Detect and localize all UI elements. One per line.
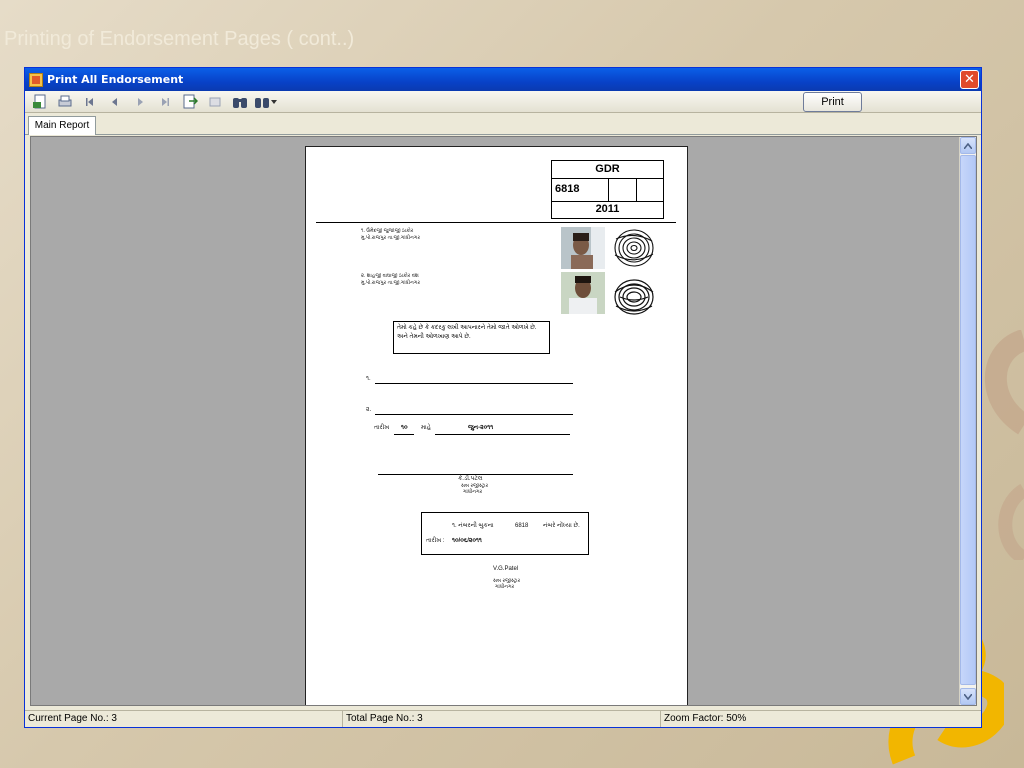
scroll-up-button[interactable]	[960, 137, 976, 154]
print-button[interactable]: Print	[803, 92, 862, 112]
report-toolbar: Print	[25, 91, 981, 113]
stop-icon[interactable]	[204, 93, 226, 111]
header-divider	[316, 222, 676, 223]
status-bar: Current Page No.: 3 Total Page No.: 3 Zo…	[25, 710, 981, 727]
party1-thumbprint	[614, 229, 654, 267]
party1-address: મુ.પો.રાજપુર તા.જી.ગાંધીનગર	[361, 235, 421, 241]
signatory-name: V.G.Patel	[493, 566, 519, 572]
last-page-icon[interactable]	[154, 93, 176, 111]
date-day: ૧૦	[401, 425, 408, 431]
witness1-number: ૧.	[366, 376, 371, 382]
previous-page-icon[interactable]	[104, 93, 126, 111]
slide-title: Printing of Endorsement Pages ( cont..)	[4, 28, 355, 50]
export-icon[interactable]	[29, 93, 51, 111]
reg-text-post: નંબરે નોંધ્યા છે.	[543, 523, 580, 529]
note-line-1: તેમો કહે છે કે કદરકુ લખી આપનારને તેમો જા…	[397, 325, 537, 331]
first-page-icon[interactable]	[79, 93, 101, 111]
total-pages-status: Total Page No.: 3	[343, 711, 661, 727]
next-page-icon[interactable]	[129, 93, 151, 111]
zoom-icon[interactable]	[254, 93, 270, 111]
date-month: જુન-૨૦૧૧	[468, 425, 494, 431]
gdr-box: GDR 6818 2011	[551, 160, 664, 219]
search-icon[interactable]	[229, 93, 251, 111]
go-to-page-icon[interactable]	[179, 93, 201, 111]
app-icon	[29, 72, 43, 87]
window-title: Print All Endorsement	[47, 73, 184, 86]
current-page-status: Current Page No.: 3	[25, 711, 343, 727]
signatory-city: ગાંધીનગર	[495, 584, 515, 590]
party1-photo	[561, 227, 605, 269]
date-label: તારીખ	[374, 425, 390, 431]
tab-main-report[interactable]: Main Report	[28, 116, 96, 135]
party2-photo	[561, 272, 605, 314]
chevron-down-icon	[963, 693, 973, 701]
report-viewer[interactable]: GDR 6818 2011 ૧. ઉમેદજી જુજાજી ઠાકોર મુ.…	[30, 136, 977, 706]
party2-address: મુ.પો.રાજપુર તા.જી.ગાંધીનગર	[361, 280, 421, 286]
identification-note: તેમો કહે છે કે કદરકુ લખી આપનારને તેમો જા…	[393, 321, 550, 354]
print-icon[interactable]	[54, 93, 76, 111]
witness2-signature-line	[375, 414, 573, 415]
note-line-2: અને તેમની ઓળખાણ આપે છે.	[397, 334, 471, 340]
decorative-swirl-right	[984, 330, 1024, 560]
chevron-up-icon	[963, 142, 973, 150]
report-page: GDR 6818 2011 ૧. ઉમેદજી જુજાજી ઠાકોર મુ.…	[305, 146, 688, 705]
gdr-year: 2011	[595, 203, 620, 215]
gdr-label: GDR	[552, 161, 663, 179]
close-icon: ✕	[964, 72, 975, 87]
scroll-down-button[interactable]	[960, 688, 976, 705]
reg-number: 6818	[515, 523, 529, 529]
party1-name: ૧. ઉમેદજી જુજાજી ઠાકોર	[361, 228, 414, 234]
party2-name: ૨. શાહજી વાઘાજી ઠાકોર વંશ	[361, 273, 419, 279]
window-titlebar[interactable]: Print All Endorsement ✕	[25, 68, 981, 91]
registration-box: ૧. નંબરની બુકના 6818 નંબરે નોંધ્યા છે. ત…	[421, 512, 589, 555]
reg-text-pre: ૧. નંબરની બુકના	[452, 523, 494, 529]
reg-date: ૧૦/૦૬/૨૦૧૧	[452, 538, 482, 544]
month-label: માહે	[421, 425, 431, 431]
reg-date-label: તારીખ :	[426, 538, 445, 544]
vertical-scrollbar[interactable]	[959, 137, 976, 705]
officer-city: ગાંધીનગર	[463, 489, 483, 495]
zoom-status: Zoom Factor: 50%	[664, 713, 747, 724]
close-button[interactable]: ✕	[960, 70, 979, 89]
gdr-number: 6818	[552, 179, 609, 201]
party2-thumbprint	[614, 279, 654, 315]
dropdown-arrow-icon[interactable]	[270, 93, 278, 111]
witness2-number: ૨.	[366, 407, 372, 413]
officer-name: કે.ડી.પટેલ	[458, 476, 483, 482]
print-endorsement-window: Print All Endorsement ✕ Print Main Repor…	[24, 67, 982, 728]
report-tabs: Main Report	[25, 113, 981, 135]
scrollbar-thumb[interactable]	[960, 155, 976, 685]
witness1-signature-line	[375, 383, 573, 384]
